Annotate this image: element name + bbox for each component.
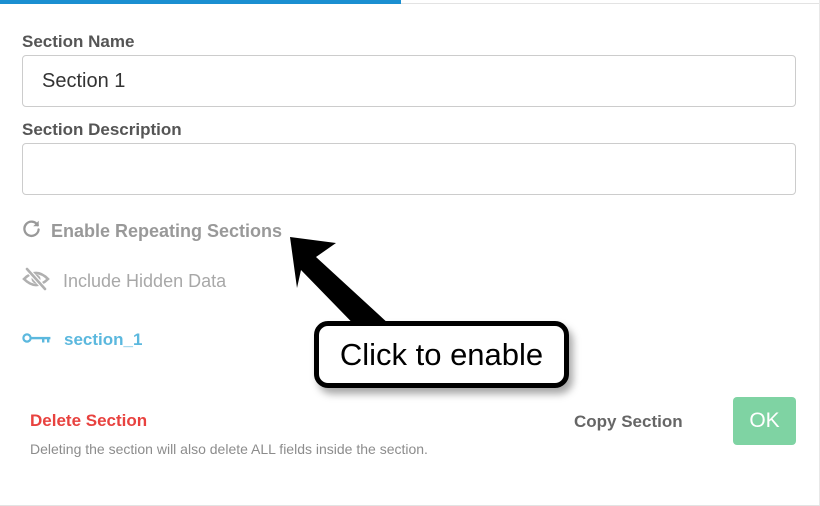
- enable-repeating-sections-toggle[interactable]: Enable Repeating Sections: [22, 219, 282, 243]
- section-description-input[interactable]: [22, 143, 796, 195]
- section-key: section_1: [22, 330, 142, 350]
- top-divider: [401, 3, 820, 4]
- section-name-input[interactable]: [22, 55, 796, 107]
- callout-box: Click to enable: [314, 321, 569, 388]
- progress-bar: [0, 0, 401, 4]
- eye-slash-icon: [22, 266, 50, 297]
- key-icon: [22, 331, 52, 350]
- copy-section-button[interactable]: Copy Section: [574, 412, 683, 432]
- section-description-label: Section Description: [22, 120, 182, 139]
- include-hidden-data-toggle[interactable]: Include Hidden Data: [22, 266, 226, 297]
- callout-text: Click to enable: [339, 336, 544, 372]
- delete-section-button[interactable]: Delete Section: [30, 411, 147, 431]
- delete-section-note: Deleting the section will also delete AL…: [30, 441, 428, 457]
- enable-repeating-sections-label: Enable Repeating Sections: [51, 220, 283, 241]
- refresh-icon: [22, 219, 41, 243]
- include-hidden-data-label: Include Hidden Data: [63, 271, 227, 291]
- section-key-label[interactable]: section_1: [64, 330, 142, 350]
- section-name-label: Section Name: [22, 32, 135, 51]
- ok-button[interactable]: OK: [733, 397, 796, 445]
